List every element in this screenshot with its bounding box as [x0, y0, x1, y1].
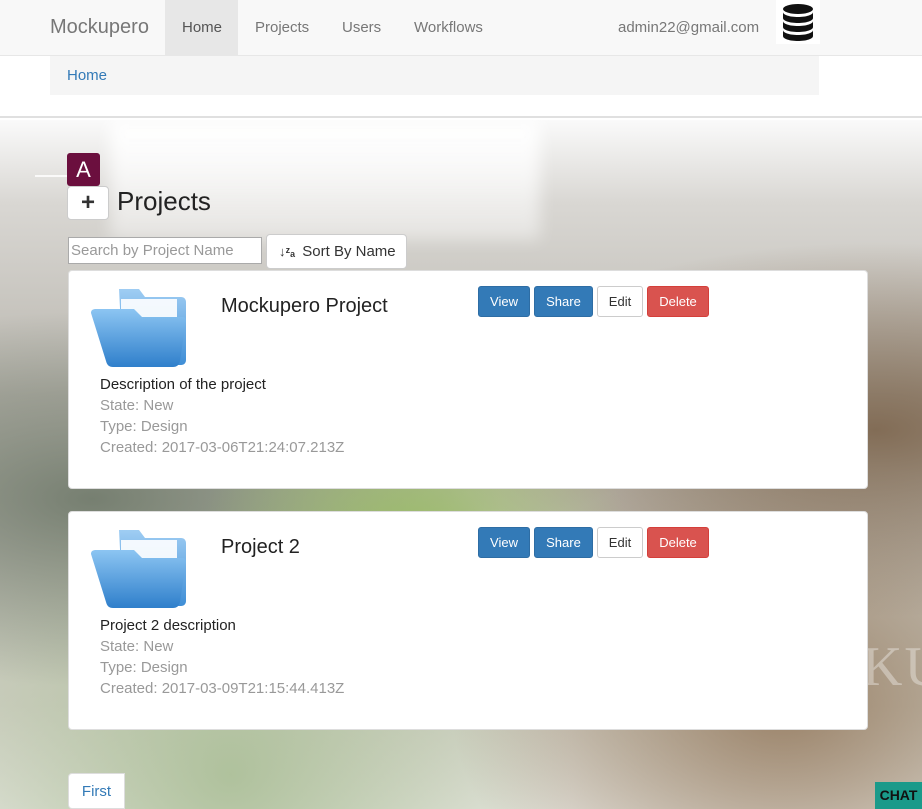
breadcrumb-home-link[interactable]: Home — [67, 67, 107, 84]
folder-icon — [91, 530, 186, 608]
project-type: Type: Design — [100, 418, 188, 435]
edit-button[interactable]: Edit — [597, 527, 643, 558]
chat-button[interactable]: CHAT — [875, 782, 922, 809]
nav-users[interactable]: Users — [325, 0, 398, 55]
pagination-first-button[interactable]: First — [68, 773, 125, 809]
view-button[interactable]: View — [478, 286, 530, 317]
page-title: Projects — [117, 186, 211, 216]
view-button[interactable]: View — [478, 527, 530, 558]
project-description: Description of the project — [100, 376, 266, 393]
top-navbar: Mockupero Home Projects Users Workflows … — [0, 0, 922, 56]
project-title[interactable]: Mockupero Project — [221, 295, 388, 318]
share-button[interactable]: Share — [534, 286, 593, 317]
breadcrumb-band: Home — [0, 56, 922, 118]
nav-projects[interactable]: Projects — [238, 0, 326, 55]
breadcrumb: Home — [50, 56, 819, 95]
sort-by-name-button[interactable]: ↓ᶻₐ Sort By Name — [266, 234, 407, 269]
project-type: Type: Design — [100, 659, 188, 676]
delete-button[interactable]: Delete — [647, 286, 709, 317]
project-created: Created: 2017-03-09T21:15:44.413Z — [100, 680, 345, 697]
database-icon[interactable] — [776, 0, 820, 44]
project-card: Mockupero Project View Share Edit Delete… — [68, 270, 868, 489]
nav-home[interactable]: Home — [165, 0, 238, 55]
nav-workflows[interactable]: Workflows — [397, 0, 500, 55]
user-email[interactable]: admin22@gmail.com — [618, 0, 759, 55]
delete-button[interactable]: Delete — [647, 527, 709, 558]
edit-button[interactable]: Edit — [597, 286, 643, 317]
project-title[interactable]: Project 2 — [221, 536, 300, 559]
folder-icon — [91, 289, 186, 367]
share-button[interactable]: Share — [534, 527, 593, 558]
brand-logo[interactable]: Mockupero — [50, 16, 149, 39]
background-watermark: KU — [862, 636, 922, 698]
project-description: Project 2 description — [100, 617, 236, 634]
avatar[interactable]: A — [67, 153, 100, 186]
search-input[interactable] — [68, 237, 262, 264]
add-project-button[interactable]: + — [67, 186, 109, 220]
hero-highlight — [110, 120, 540, 240]
sort-alpha-icon: ↓ᶻₐ — [279, 244, 296, 259]
project-state: State: New — [100, 638, 174, 655]
decorative-line — [35, 175, 67, 177]
sort-button-label: Sort By Name — [302, 243, 396, 260]
project-card: Project 2 View Share Edit Delete Project… — [68, 511, 868, 730]
project-state: State: New — [100, 397, 174, 414]
project-created: Created: 2017-03-06T21:24:07.213Z — [100, 439, 345, 456]
